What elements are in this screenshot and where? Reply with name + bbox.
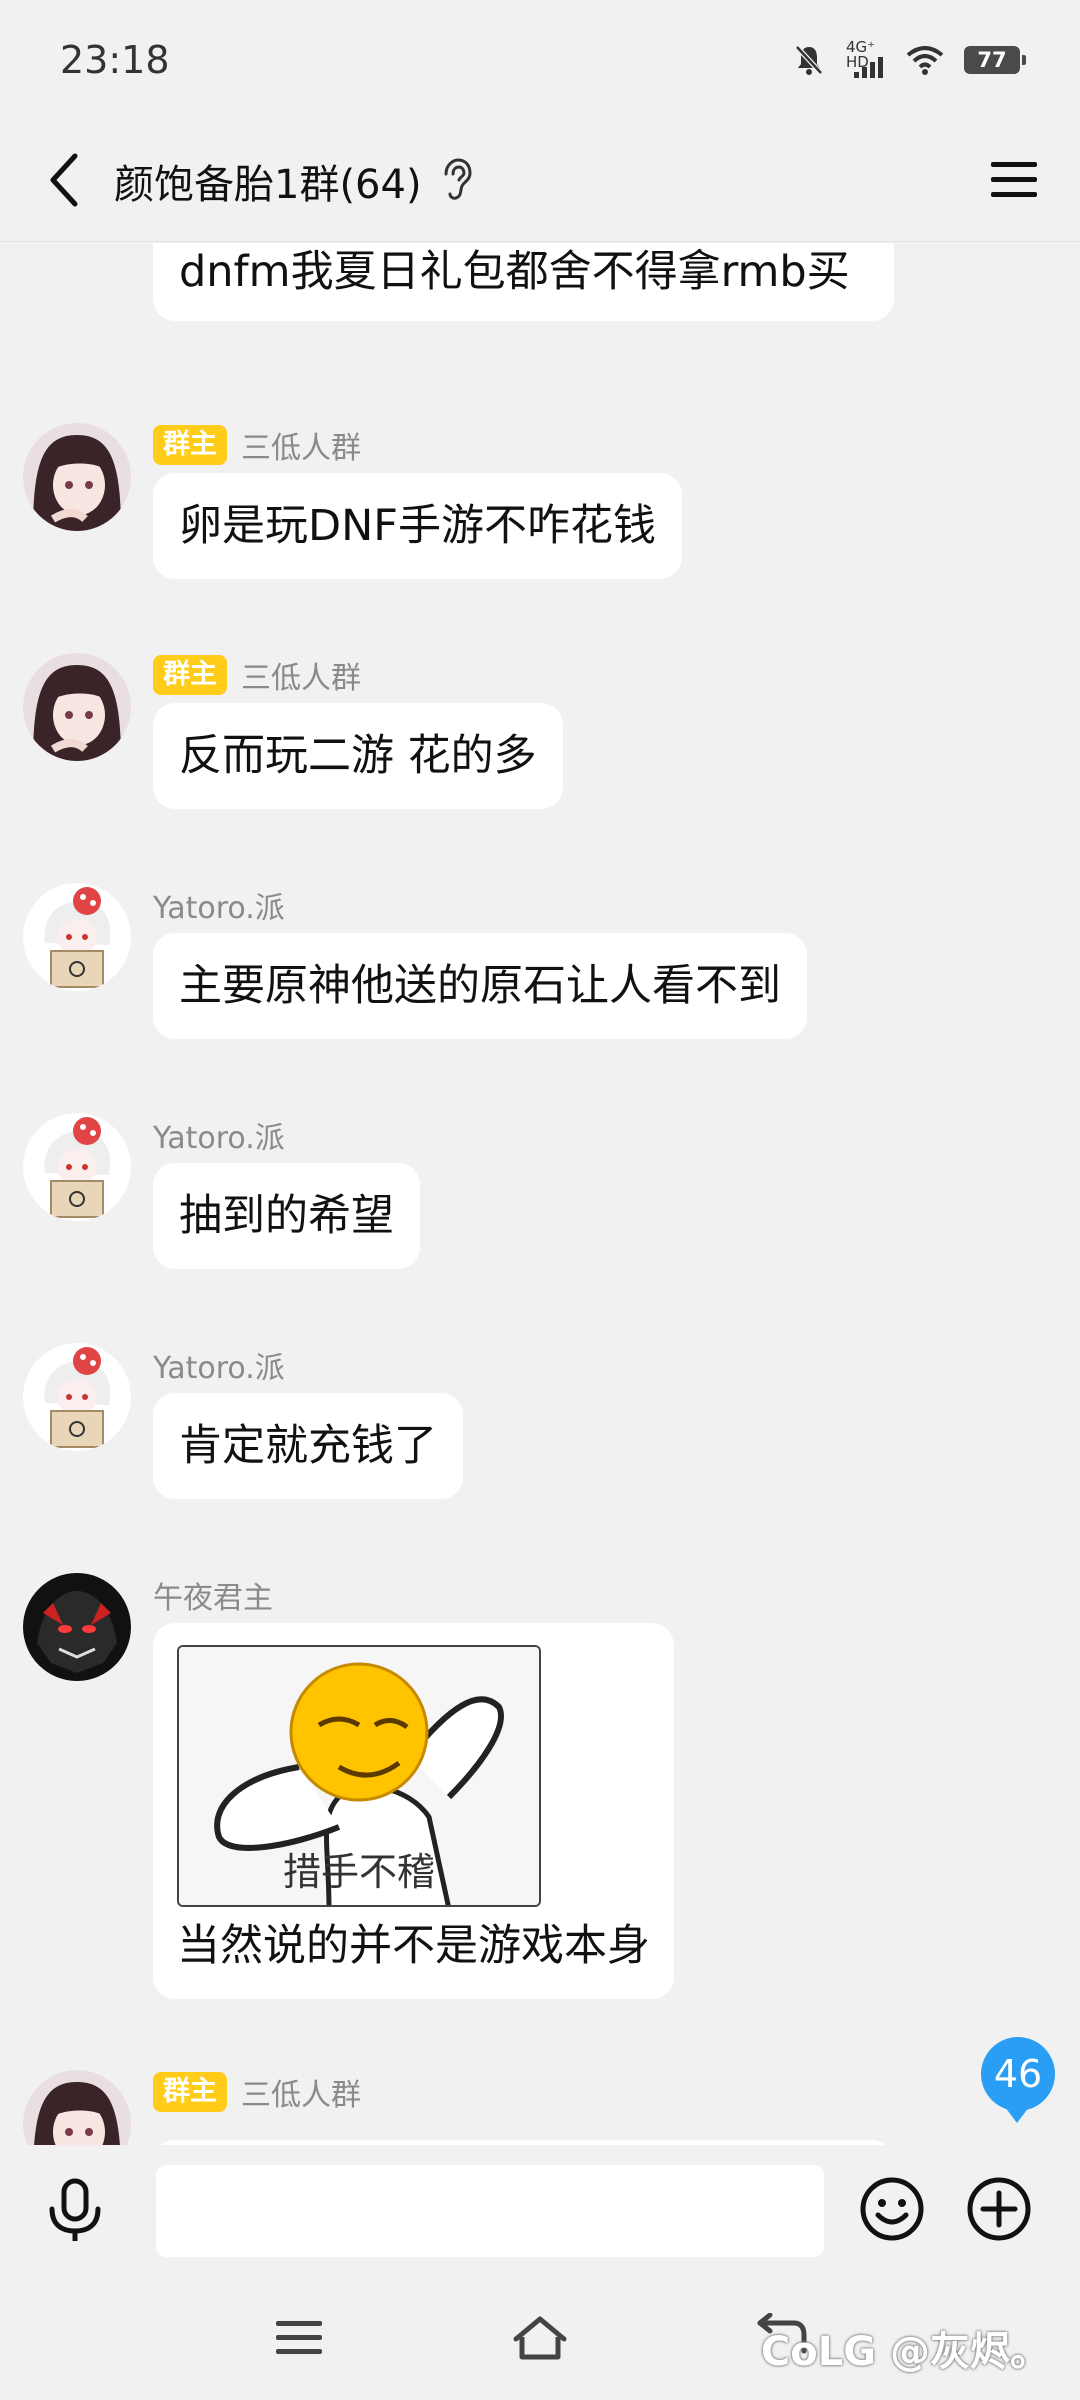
sender-name[interactable]: 午夜君主 — [153, 1573, 273, 1617]
sender-line: Yatoro.派 — [153, 1113, 285, 1157]
chat-area[interactable]: dnfm我夏日礼包都舍不得拿rmb买 群主 三低人群 卵是玩DNF手游不咋花钱 — [0, 243, 1080, 2145]
sender-line: 群主 三低人群 — [153, 653, 361, 697]
message-text: 肯定就充钱了 — [179, 1421, 437, 1471]
message-bubble[interactable]: 措手不稽 当然说的并不是游戏本身 — [153, 1623, 674, 1999]
message-input[interactable] — [156, 2165, 824, 2257]
message-text: 当然说的并不是游戏本身 — [177, 1921, 650, 1971]
input-bar — [0, 2145, 1080, 2275]
unread-messages-badge[interactable]: 46 — [981, 2037, 1055, 2123]
avatar[interactable] — [23, 883, 131, 991]
sender-name[interactable]: Yatoro.派 — [153, 883, 285, 927]
signal-icon: 4G⁺ HD — [846, 40, 886, 80]
ear-icon[interactable] — [438, 156, 474, 204]
avatar[interactable] — [23, 1113, 131, 1221]
sticker-image[interactable]: 措手不稽 — [177, 1645, 541, 1907]
microphone-icon[interactable] — [40, 2175, 110, 2245]
message-bubble[interactable]: 主要原神他送的原石让人看不到 — [153, 933, 807, 1039]
emoji-icon[interactable] — [858, 2175, 926, 2243]
sender-line: 群主 三低人群 — [153, 423, 361, 467]
menu-icon — [991, 162, 1037, 197]
message-bubble[interactable]: dnfm我夏日礼包都舍不得拿rmb买 — [153, 243, 894, 321]
status-time: 23:18 — [60, 38, 170, 82]
message-bubble[interactable]: 反而玩二游 花的多 — [153, 703, 563, 809]
avatar[interactable] — [23, 1573, 131, 1681]
message-text: 主要原神他送的原石让人看不到 — [179, 961, 781, 1011]
sender-line: 午夜君主 — [153, 1573, 273, 1617]
system-nav-bar: CoLG @灰烬。 — [0, 2275, 1080, 2400]
back-button[interactable] — [30, 145, 100, 215]
wifi-icon — [906, 46, 944, 75]
message-text: 抽到的希望 — [179, 1191, 394, 1241]
avatar[interactable] — [23, 1343, 131, 1451]
watermark: CoLG @灰烬。 — [760, 2329, 1050, 2375]
sender-name[interactable]: 三低人群 — [241, 2070, 361, 2114]
battery-icon: 77 — [964, 46, 1026, 74]
owner-badge: 群主 — [153, 655, 227, 695]
status-bar: 23:18 4G⁺ HD 77 — [0, 0, 1080, 120]
sender-name[interactable]: 三低人群 — [241, 423, 361, 467]
sender-line: 群主 三低人群 — [153, 2070, 361, 2114]
group-title[interactable]: 颜饱备胎1群(64) — [114, 152, 422, 210]
chat-header: 颜饱备胎1群(64) — [0, 120, 1080, 242]
sender-name[interactable]: Yatoro.派 — [153, 1343, 285, 1387]
message-bubble[interactable]: 抽到的希望 — [153, 1163, 420, 1269]
nav-menu-icon[interactable] — [270, 2313, 330, 2363]
notification-muted-icon — [795, 45, 823, 75]
message-text: 反而玩二游 花的多 — [179, 731, 537, 781]
sender-name[interactable]: Yatoro.派 — [153, 1113, 285, 1157]
message-text: 卵是玩DNF手游不咋花钱 — [179, 501, 657, 551]
sender-line: Yatoro.派 — [153, 1343, 285, 1387]
message-text: dnfm我夏日礼包都舍不得拿rmb买 — [179, 247, 850, 297]
owner-badge: 群主 — [153, 425, 227, 465]
message-bubble[interactable]: 卵是玩DNF手游不咋花钱 — [153, 473, 683, 579]
owner-badge: 群主 — [153, 2072, 227, 2112]
sticker-caption: 措手不稽 — [282, 1850, 435, 1894]
menu-button[interactable] — [982, 148, 1046, 212]
avatar[interactable] — [23, 653, 131, 761]
back-arrow-icon — [50, 153, 78, 207]
status-icons: 4G⁺ HD 77 — [792, 40, 1026, 80]
plus-icon[interactable] — [965, 2175, 1033, 2243]
avatar[interactable] — [23, 423, 131, 531]
avatar[interactable] — [23, 2070, 131, 2145]
sender-name[interactable]: 三低人群 — [241, 653, 361, 697]
nav-home-icon[interactable] — [510, 2313, 570, 2363]
sender-line: Yatoro.派 — [153, 883, 285, 927]
message-bubble[interactable]: 肯定就充钱了 — [153, 1393, 463, 1499]
